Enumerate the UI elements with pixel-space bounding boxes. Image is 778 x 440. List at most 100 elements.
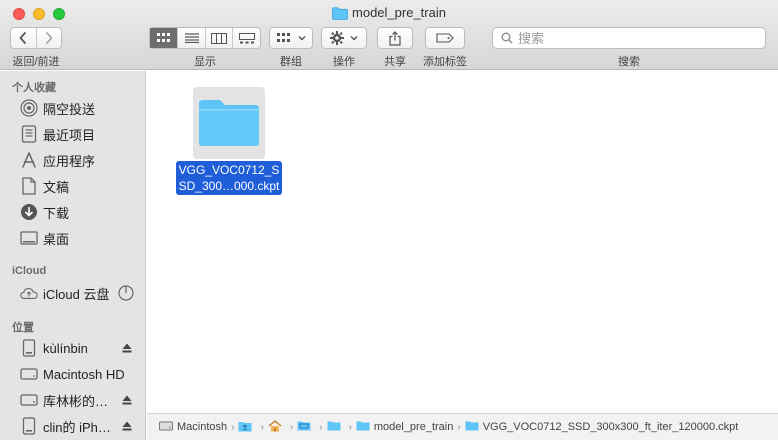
- window-title: model_pre_train: [0, 5, 778, 23]
- locations-header: 位置: [12, 322, 34, 334]
- search-icon: [501, 32, 513, 44]
- folder-icon: [327, 420, 341, 434]
- chevron-down-icon: [298, 36, 305, 41]
- folder-icon: [332, 7, 348, 23]
- sidebar-item-icloud-drive[interactable]: iCloud 云盘: [20, 282, 142, 304]
- search-label: 搜索: [618, 56, 640, 68]
- sidebar-item-documents[interactable]: 文稿: [20, 175, 142, 197]
- home-icon: [268, 419, 282, 435]
- sidebar-item-airdrop[interactable]: 隔空投送: [20, 97, 142, 119]
- path-crumb[interactable]: [297, 420, 315, 434]
- documents-icon: [20, 177, 38, 195]
- finder-window: model_pre_train 返回/前进 显示 群组 操作 共享 添加标签 搜…: [0, 0, 778, 440]
- sidebar-item-label: 隔空投送: [43, 101, 96, 117]
- view-list-button[interactable]: [177, 28, 205, 48]
- gear-icon: [330, 31, 344, 45]
- sidebar-item-desktop[interactable]: 桌面: [20, 227, 142, 249]
- folder-icon: [199, 100, 259, 146]
- file-name-label[interactable]: VGG_VOC0712_S SD_300…000.ckpt: [173, 161, 285, 195]
- path-crumb[interactable]: [327, 420, 345, 434]
- column-view-icon: [211, 32, 228, 44]
- sidebar-item-label: Macintosh HD: [43, 366, 125, 382]
- sidebar-item-location[interactable]: clin的 iPh…: [20, 415, 142, 437]
- group-button[interactable]: [269, 27, 313, 49]
- path-bar: Macintosh › › › › › model_pre_train › VG…: [147, 413, 778, 440]
- chevron-right-icon: ›: [260, 421, 264, 433]
- user-folder-icon: [238, 420, 252, 435]
- icloud-header: iCloud: [12, 265, 47, 277]
- chevron-down-icon: [350, 36, 358, 41]
- path-crumb[interactable]: model_pre_train: [356, 420, 454, 434]
- file-browser-area[interactable]: VGG_VOC0712_S SD_300…000.ckpt: [147, 71, 778, 412]
- view-label: 显示: [194, 56, 216, 68]
- window-title-text: model_pre_train: [352, 5, 446, 20]
- sidebar-item-label: kùlínbin: [43, 340, 88, 356]
- sidebar-item-label: 应用程序: [43, 153, 96, 169]
- sync-status-icon: [118, 285, 134, 304]
- chevron-right-icon: ›: [289, 421, 294, 433]
- group-label: 群组: [280, 56, 302, 68]
- airdrop-icon: [20, 99, 38, 117]
- share-label: 共享: [384, 56, 406, 68]
- sidebar-item-label: clin的 iPh…: [43, 419, 111, 435]
- share-button[interactable]: [377, 27, 413, 49]
- applications-icon: [20, 151, 38, 169]
- share-icon: [389, 30, 401, 46]
- sidebar-item-label: 最近项目: [43, 127, 96, 143]
- view-gallery-button[interactable]: [232, 28, 260, 48]
- sidebar-item-location[interactable]: Macintosh HD: [20, 363, 142, 385]
- gallery-view-icon: [238, 32, 255, 43]
- eject-icon[interactable]: [122, 393, 132, 408]
- chevron-right-icon: [46, 32, 53, 44]
- chevron-left-icon: [20, 32, 27, 44]
- drive-icon: [20, 339, 38, 357]
- search-field[interactable]: [492, 27, 766, 49]
- drive-icon: [20, 391, 38, 409]
- view-column-button[interactable]: [204, 28, 233, 48]
- sidebar-item-recents[interactable]: 最近项目: [20, 123, 142, 145]
- view-icon-button[interactable]: [150, 28, 178, 48]
- tags-label: 添加标签: [423, 56, 467, 68]
- forward-button[interactable]: [35, 28, 61, 48]
- downloads-icon: [20, 203, 38, 221]
- path-crumb-label: model_pre_train: [373, 421, 454, 433]
- recents-icon: [20, 125, 38, 143]
- icloud-icon: [20, 284, 38, 302]
- path-crumb[interactable]: [238, 420, 256, 435]
- eject-icon[interactable]: [122, 341, 132, 356]
- sidebar-item-label: iCloud 云盘: [43, 286, 110, 302]
- group-icon: [276, 33, 290, 42]
- path-crumb[interactable]: [268, 419, 286, 435]
- folder-icon: [297, 420, 311, 434]
- path-crumb[interactable]: Macintosh: [159, 420, 227, 435]
- sidebar: 个人收藏 隔空投送 最近项目 应用程序 文稿 下载 桌面 iCloud iClo…: [0, 71, 146, 440]
- eject-icon[interactable]: [122, 419, 132, 434]
- action-button[interactable]: [321, 27, 367, 49]
- back-forward-control: [10, 27, 62, 49]
- chevron-right-icon: ›: [348, 421, 352, 433]
- toolbar: model_pre_train 返回/前进 显示 群组 操作 共享 添加标签 搜…: [0, 0, 778, 70]
- view-mode-control: [149, 27, 261, 49]
- file-item[interactable]: [193, 87, 265, 159]
- sidebar-item-applications[interactable]: 应用程序: [20, 149, 142, 171]
- sidebar-item-location[interactable]: kùlínbin: [20, 337, 142, 359]
- path-crumb-label: VGG_VOC0712_SSD_300x300_ft_iter_120000.c…: [482, 421, 739, 433]
- sidebar-item-label: 文稿: [43, 179, 70, 195]
- list-view-icon: [184, 33, 199, 43]
- favorites-header: 个人收藏: [12, 82, 56, 94]
- sidebar-item-location[interactable]: 库林彬的…: [20, 389, 142, 411]
- search-input[interactable]: [518, 30, 748, 46]
- chevron-right-icon: ›: [319, 421, 323, 433]
- drive-icon: [159, 420, 173, 435]
- back-forward-label: 返回/前进: [12, 56, 60, 68]
- drive-icon: [20, 417, 38, 435]
- file-name-line: SD_300…000.ckpt: [178, 178, 280, 194]
- add-tags-button[interactable]: [425, 27, 465, 49]
- sidebar-item-downloads[interactable]: 下载: [20, 201, 142, 223]
- sidebar-item-label: 库林彬的…: [43, 393, 109, 409]
- back-button[interactable]: [11, 28, 36, 48]
- desktop-icon: [20, 229, 38, 247]
- action-label: 操作: [333, 56, 355, 68]
- path-crumb[interactable]: VGG_VOC0712_SSD_300x300_ft_iter_120000.c…: [465, 420, 739, 434]
- file-name-line: VGG_VOC0712_S: [178, 162, 280, 178]
